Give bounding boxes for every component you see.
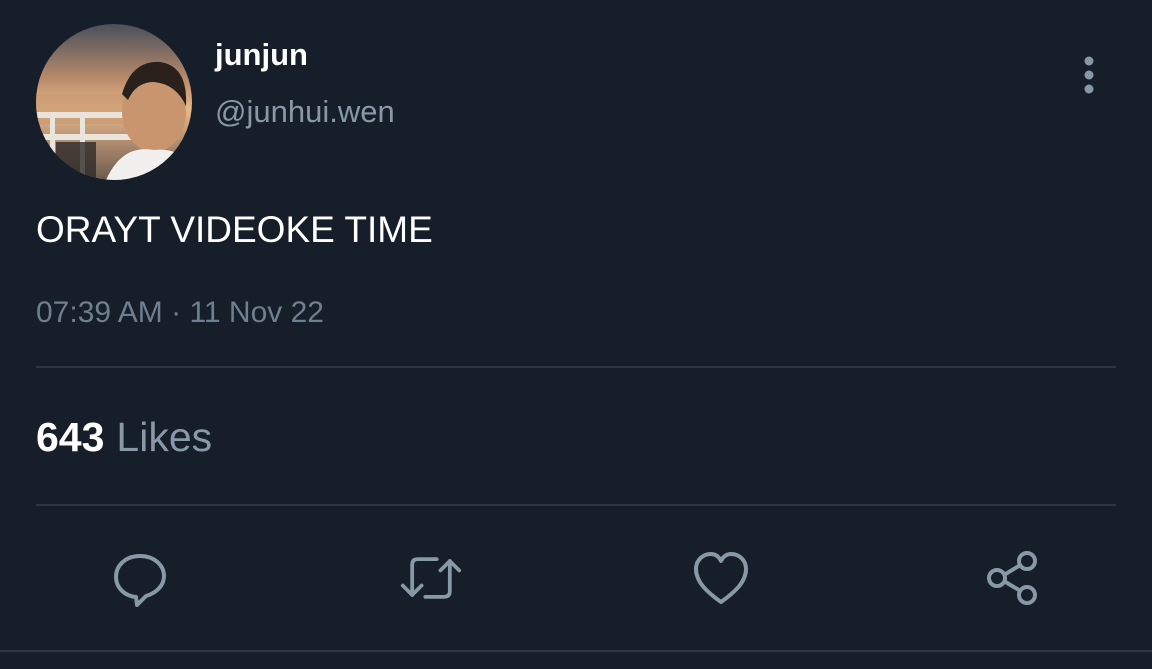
likes-label: Likes (116, 414, 213, 460)
retweet-button[interactable] (399, 546, 463, 610)
user-handle[interactable]: @junhui.wen (215, 93, 395, 131)
divider (36, 366, 1116, 368)
speech-bubble-icon (114, 554, 166, 607)
reply-button[interactable] (108, 546, 172, 610)
tweet-detail: junjun @junhui.wen ORAYT VIDEOKE TIME 07… (0, 0, 1152, 669)
vertical-ellipsis-icon (1084, 56, 1094, 94)
avatar-photo (36, 24, 192, 180)
tweet-text: ORAYT VIDEOKE TIME (36, 209, 433, 250)
tweet-timestamp: 07:39 AM · 11 Nov 22 (36, 294, 324, 332)
heart-icon (694, 552, 748, 604)
display-name[interactable]: junjun (215, 36, 308, 74)
divider (0, 650, 1152, 652)
more-options-button[interactable] (1070, 52, 1108, 100)
divider (36, 504, 1116, 506)
avatar[interactable] (36, 24, 192, 180)
share-nodes-icon (987, 551, 1037, 605)
tweet-time: 07:39 AM (36, 296, 163, 329)
share-button[interactable] (980, 546, 1044, 610)
meta-separator: · (171, 296, 182, 329)
likes-stat[interactable]: 643 Likes (36, 412, 212, 462)
like-button[interactable] (689, 546, 753, 610)
likes-count: 643 (36, 414, 105, 460)
retweet-arrows-icon (400, 557, 462, 599)
tweet-date: 11 Nov 22 (189, 296, 324, 329)
